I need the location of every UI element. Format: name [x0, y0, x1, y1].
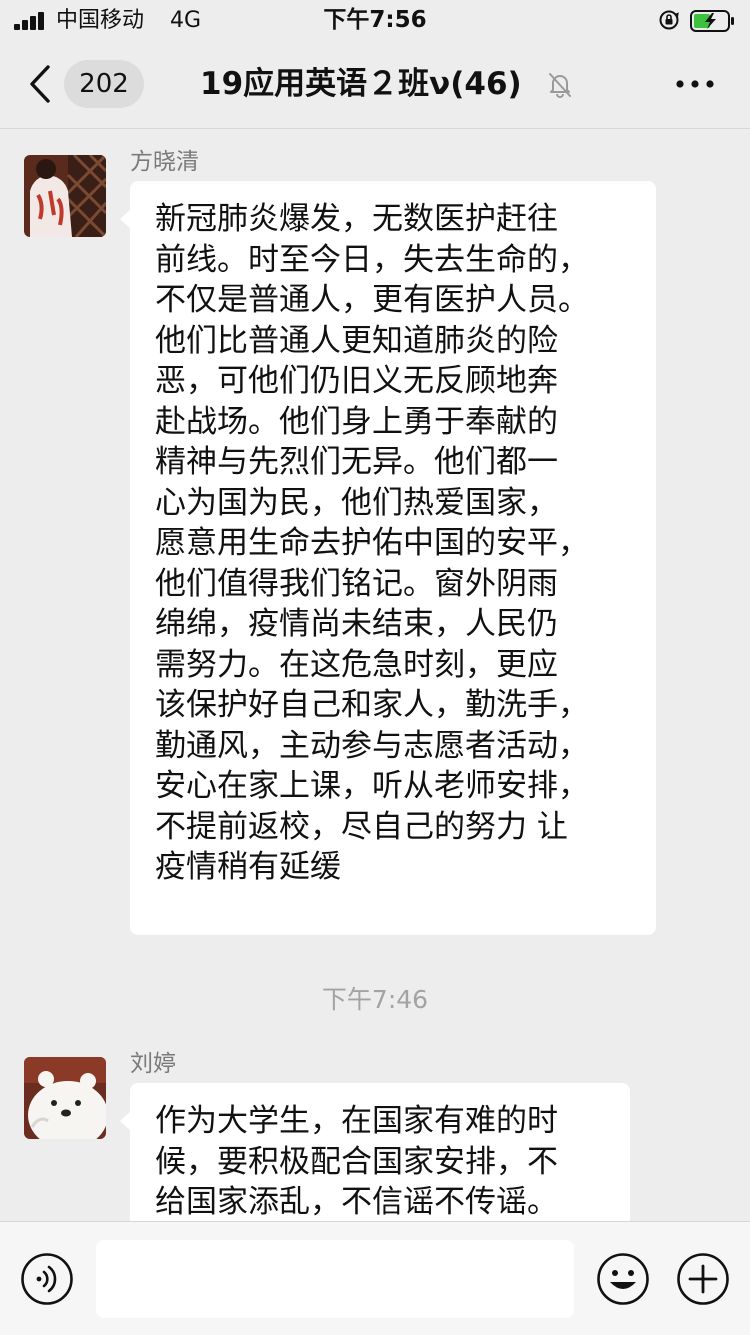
back-button[interactable]	[18, 62, 62, 106]
sender-name: 刘婷	[130, 1051, 176, 1077]
rotation-lock-icon	[659, 10, 679, 30]
unread-count-badge[interactable]: 202	[64, 60, 144, 108]
more-options-button[interactable]	[670, 62, 720, 106]
message-input[interactable]	[96, 1240, 574, 1318]
status-time: 下午7:56	[323, 7, 427, 33]
sender-name: 方晓清	[130, 149, 199, 175]
chat-title: 19应用英语２班ν(46)	[200, 66, 522, 102]
avatar-fang-icon[interactable]	[24, 155, 106, 237]
chat-header: 202 19应用英语２班ν(46)	[0, 42, 750, 129]
time-divider: 下午7:46	[321, 985, 429, 1014]
status-bar: 中国移动 4G 下午7:56	[0, 0, 750, 42]
emoji-button[interactable]	[596, 1252, 650, 1306]
more-functions-button[interactable]	[676, 1252, 730, 1306]
mute-bell-icon	[549, 73, 571, 98]
message-bubble[interactable]: 新冠肺炎爆发，无数医护赶往 前线。时至今日，失去生命的， 不仅是普通人，更有医护…	[120, 181, 656, 935]
input-bar	[0, 1221, 750, 1335]
message-list[interactable]: 方晓清 新冠肺炎爆发，无数医护赶往 前线。时至今日，失去生命的， 不仅是普通人，…	[0, 129, 750, 1221]
avatar-bear-icon[interactable]	[24, 1057, 106, 1139]
message-bubble[interactable]: 作为大学生，在国家有难的时 候，要积极配合国家安排，不 给国家添乱，不信谣不传谣…	[120, 1083, 630, 1221]
voice-input-button[interactable]	[20, 1252, 74, 1306]
battery-charging-icon	[690, 10, 734, 32]
